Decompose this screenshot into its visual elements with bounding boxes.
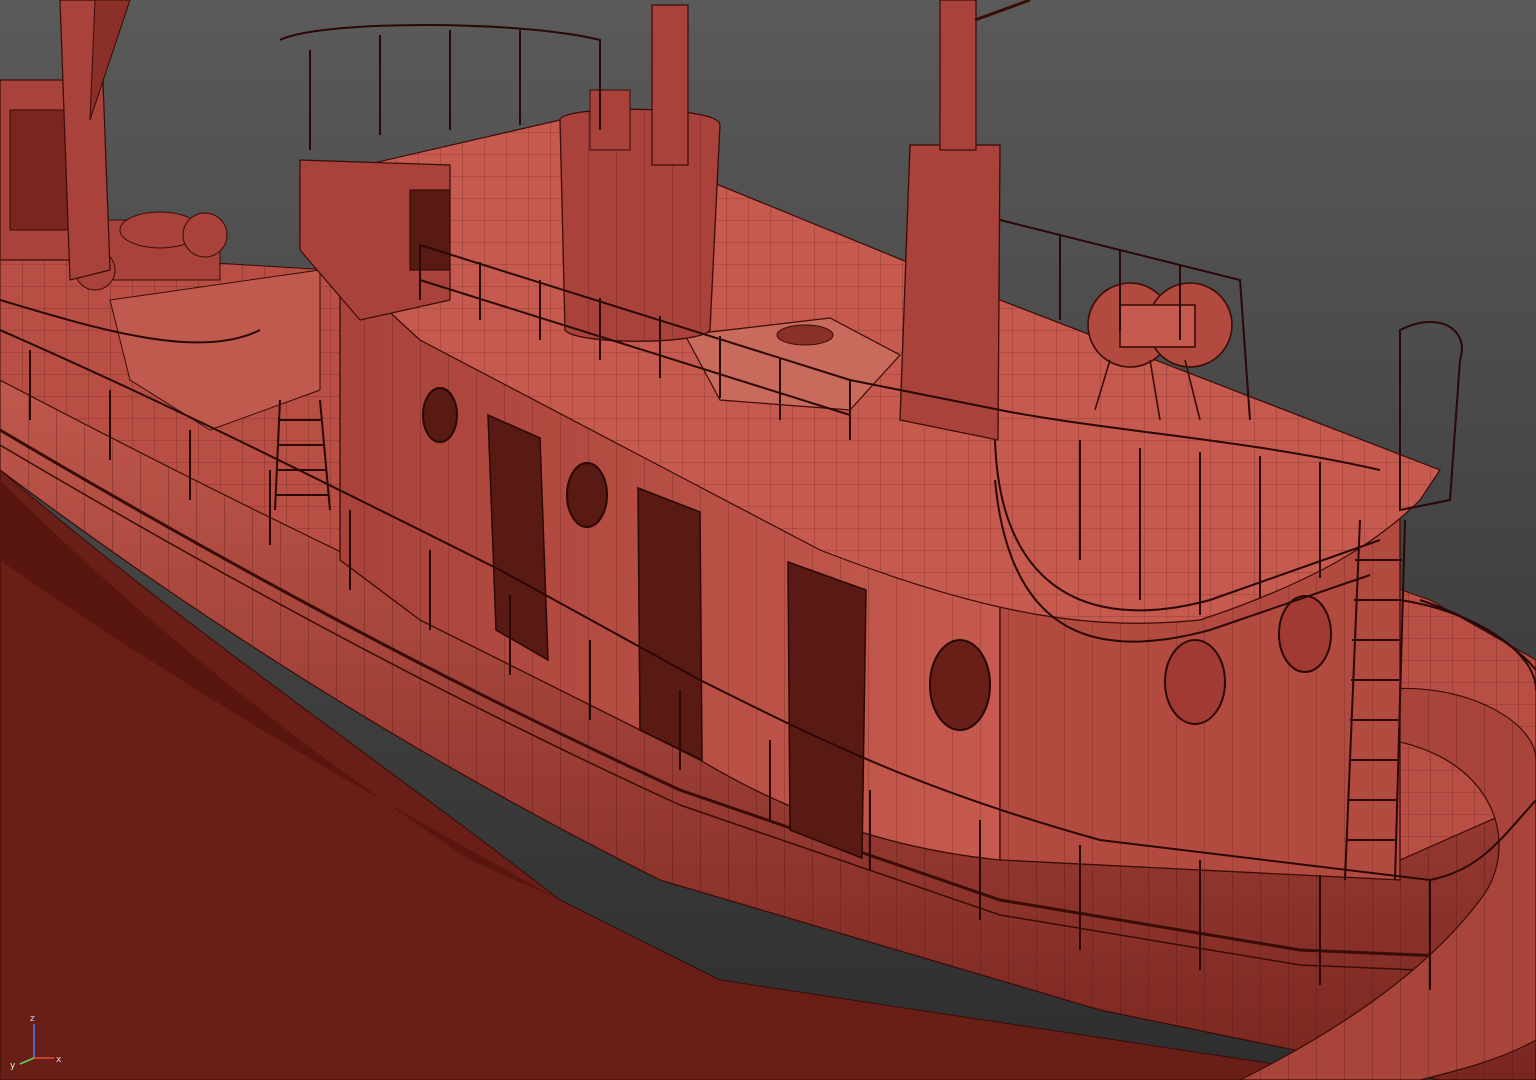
porthole (1278, 595, 1332, 673)
porthole (929, 639, 991, 731)
wireframe-scene[interactable] (0, 0, 1536, 1080)
cabin-door-2 (637, 486, 703, 762)
axis-x-label: x (56, 1055, 62, 1065)
porthole (422, 387, 458, 443)
cabin-door-1 (487, 413, 549, 662)
cabin-door-3 (787, 560, 867, 860)
main-mast (899, 144, 1001, 441)
axis-y-label: y (10, 1061, 16, 1070)
porthole (566, 462, 608, 528)
3d-viewport[interactable]: z x y (0, 0, 1536, 1080)
funnel-stack (651, 4, 689, 166)
porthole (1164, 639, 1226, 725)
axis-gizmo: z x y (10, 1014, 62, 1070)
axis-z-label: z (30, 1014, 35, 1024)
